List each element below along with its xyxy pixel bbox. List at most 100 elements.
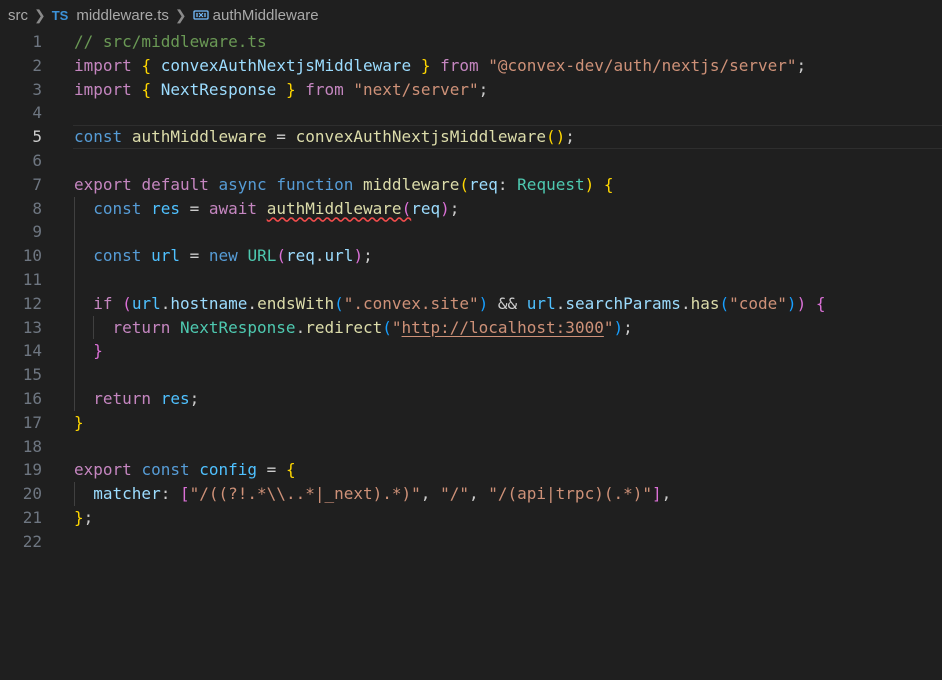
code-token: )	[353, 246, 364, 266]
line-number: 19	[22, 460, 42, 480]
code-token: convexAuthNextjsMiddleware	[295, 127, 547, 147]
code-token: [	[179, 484, 190, 504]
code-token: req	[285, 246, 315, 266]
code-line[interactable]: 12 if (url.hostname.endsWith(".convex.si…	[0, 291, 942, 316]
breadcrumb-file[interactable]: middleware.ts	[76, 7, 169, 24]
code-line[interactable]: 22	[0, 530, 942, 554]
code-token: import	[74, 55, 132, 75]
indent-guide	[74, 267, 75, 292]
code-line[interactable]: 14 }	[0, 339, 942, 364]
code-text: matcher: ["/((?!.*\\..*|_next).*)", "/",…	[74, 482, 671, 506]
code-token: )	[613, 317, 624, 337]
code-line[interactable]: 2 import { convexAuthNextjsMiddleware } f…	[0, 54, 942, 78]
code-token: {	[603, 174, 614, 194]
code-token: http://localhost:3000	[401, 317, 604, 337]
line-number: 16	[22, 388, 42, 408]
code-token: (	[719, 293, 730, 313]
breadcrumb-symbol[interactable]: authMiddleware	[213, 7, 319, 24]
code-editor[interactable]: 1 // src/middleware.ts 2 import { convexAut…	[0, 30, 942, 554]
code-line[interactable]: 10 const url = new URL(req.url);	[0, 244, 942, 268]
code-text: // src/middleware.ts	[74, 30, 267, 54]
line-number: 3	[32, 79, 42, 99]
code-token: config	[199, 460, 258, 480]
code-token: )	[440, 198, 450, 218]
code-line[interactable]: 18	[0, 435, 942, 459]
chevron-right-icon: ❯	[174, 6, 187, 23]
code-token: }	[74, 507, 84, 527]
code-token: ;	[623, 317, 633, 337]
code-token: const	[74, 127, 123, 147]
code-line[interactable]: 5 const authMiddleware = convexAuthNextjs…	[0, 125, 942, 149]
code-token: ]	[652, 484, 662, 504]
code-text: }	[74, 411, 84, 435]
code-token: searchParams	[565, 293, 681, 313]
code-line[interactable]: 8 const res = await authMiddleware(req);	[0, 196, 942, 221]
code-line[interactable]: 13 return NextResponse.redirect("http://…	[0, 315, 942, 340]
breadcrumb-folder[interactable]: src	[8, 7, 28, 24]
code-line[interactable]: 11	[0, 267, 942, 292]
code-token: middleware	[363, 174, 460, 194]
code-token: from	[305, 79, 344, 99]
code-token: {	[285, 460, 296, 480]
code-line[interactable]: 16 return res;	[0, 386, 942, 411]
code-token: from	[440, 55, 479, 75]
code-token: .	[680, 293, 691, 313]
code-line[interactable]: 19 export const config = {	[0, 458, 942, 482]
code-token: =	[257, 460, 286, 480]
code-line[interactable]: 4	[0, 101, 942, 125]
code-token: // src/middleware.ts	[74, 32, 267, 51]
code-token: req	[469, 174, 498, 194]
code-line[interactable]: 3 import { NextResponse } from "next/serv…	[0, 78, 942, 102]
code-token: req	[411, 198, 441, 218]
code-token: .	[314, 246, 325, 266]
code-token: (	[276, 246, 286, 266]
code-line[interactable]: 15	[0, 363, 942, 387]
code-token: new	[208, 246, 238, 266]
code-token: }	[93, 341, 103, 361]
code-token: :	[497, 174, 518, 194]
code-token: default	[141, 174, 209, 194]
code-token: }	[74, 412, 84, 432]
code-token: const	[93, 246, 142, 266]
code-token: if	[93, 293, 113, 313]
code-text: const url = new URL(req.url);	[74, 244, 372, 268]
code-token: export	[74, 460, 132, 480]
code-line[interactable]: 20 matcher: ["/((?!.*\\..*|_next).*)", "…	[0, 482, 942, 506]
code-line[interactable]: 7 export default async function middlewar…	[0, 173, 942, 197]
code-text: import { convexAuthNextjsMiddleware } fr…	[74, 54, 806, 78]
code-token: ,	[468, 484, 489, 504]
code-token: "/((?!.*\\..*|_next).*)"	[189, 484, 421, 504]
code-token: res	[160, 388, 190, 408]
code-token: .	[160, 293, 171, 313]
code-token: (	[401, 198, 412, 218]
code-token: import	[74, 79, 132, 99]
line-number: 13	[22, 317, 42, 337]
code-token: "@convex-dev/auth/nextjs/server"	[488, 55, 797, 75]
code-line[interactable]: 17}	[0, 411, 942, 435]
code-line[interactable]: 9	[0, 220, 942, 245]
code-token: NextResponse	[179, 317, 296, 337]
code-token: export	[74, 174, 132, 194]
code-token: ,	[420, 484, 441, 504]
line-number: 20	[22, 484, 42, 504]
code-token: return	[112, 317, 171, 337]
code-token: )	[478, 293, 489, 313]
code-token: ,	[661, 484, 672, 504]
code-line[interactable]: 21};	[0, 506, 942, 530]
code-line[interactable]: 1 // src/middleware.ts	[0, 30, 942, 54]
code-line[interactable]: 6	[0, 149, 942, 173]
